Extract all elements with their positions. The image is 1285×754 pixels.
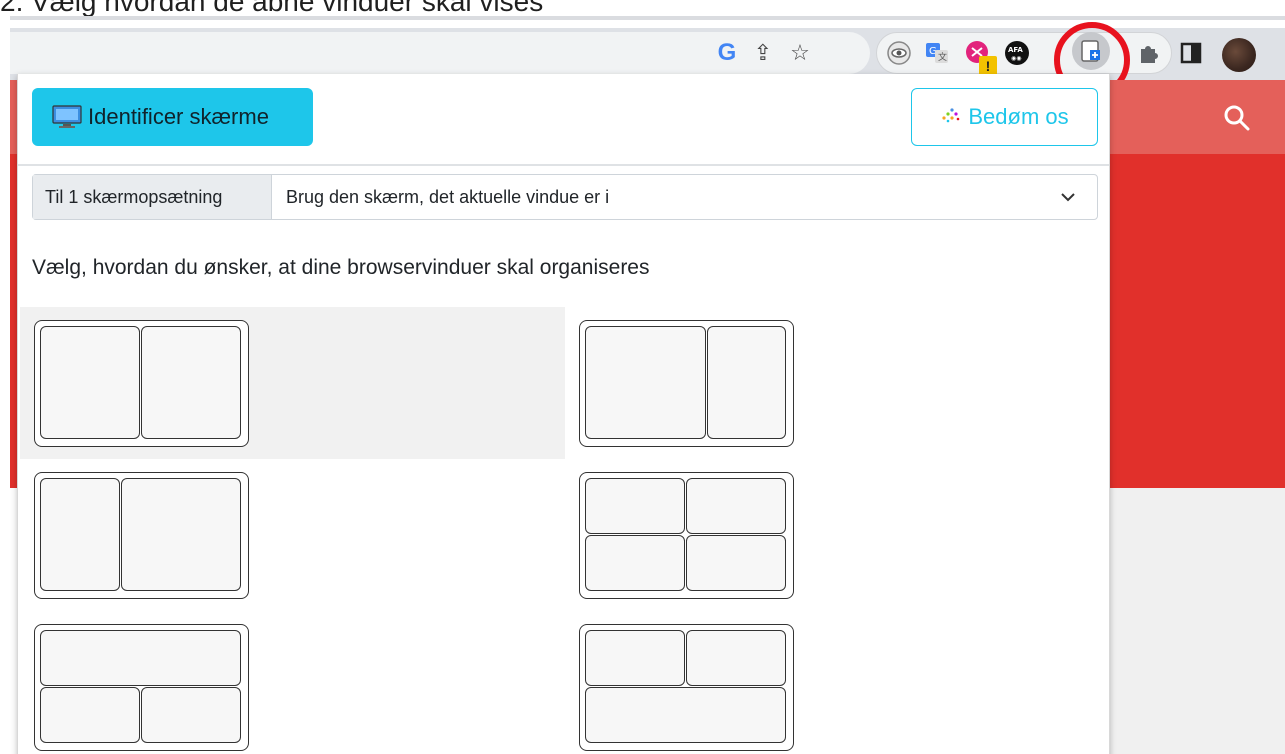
layout-pane [585, 630, 685, 686]
layout-preview [34, 320, 249, 447]
layout-preview [34, 472, 249, 599]
screen-setup-value: Brug den skærm, det aktuelle vindue er i [286, 186, 610, 207]
layout-pane [40, 687, 140, 743]
layout-pane [585, 326, 706, 439]
share-icon[interactable]: ⇪ [748, 38, 778, 68]
afa-extension-icon[interactable]: AFA ◉◉ [1002, 38, 1032, 68]
side-panel-icon[interactable] [1176, 38, 1206, 68]
chevron-down-icon [1061, 193, 1075, 202]
identify-screens-label: Identificer skærme [88, 104, 269, 129]
translate-extension-icon[interactable]: G文 [922, 38, 952, 68]
profile-avatar[interactable] [1222, 38, 1256, 72]
warning-badge: ! [979, 56, 997, 76]
layout-option-four-quadrants[interactable] [565, 459, 1110, 611]
page-body-grey [1108, 488, 1285, 754]
svg-text:AFA: AFA [1008, 46, 1023, 54]
layout-preview [579, 472, 794, 599]
layout-pane [686, 535, 786, 591]
rate-us-label: Bedøm os [968, 104, 1069, 129]
layout-pane [141, 687, 241, 743]
screen-setup-select[interactable]: Til 1 skærmopsætning Brug den skærm, det… [32, 174, 1098, 220]
layout-pane [121, 478, 241, 591]
layout-pane [686, 630, 786, 686]
caption-divider [10, 16, 1285, 20]
bookmark-star-icon[interactable]: ☆ [785, 38, 815, 68]
layout-pane [707, 326, 786, 439]
layout-pane [40, 630, 241, 686]
screen-setup-dropdown[interactable]: Brug den skærm, det aktuelle vindue er i [272, 175, 1097, 219]
search-icon[interactable] [1222, 103, 1252, 133]
puzzle-extensions-icon[interactable] [1134, 38, 1164, 68]
eye-extension-icon[interactable] [884, 38, 914, 68]
rate-us-button[interactable]: Bedøm os [911, 88, 1098, 146]
svg-text:◉◉: ◉◉ [1011, 55, 1021, 62]
layout-option-two-columns-wide-right[interactable] [20, 459, 565, 611]
layout-preview [579, 320, 794, 447]
sparkle-icon [940, 106, 962, 129]
layout-preview [34, 624, 249, 751]
layout-pane [141, 326, 241, 439]
layout-option-top-wide-two-bottom[interactable] [20, 611, 565, 754]
layout-pane [585, 687, 786, 743]
layout-pane [585, 535, 685, 591]
screen-setup-prefix: Til 1 skærmopsætning [33, 175, 272, 219]
layout-option-two-top-wide-bottom[interactable] [565, 611, 1110, 754]
extension-popup: Identificer skærme Bedøm os Til 1 skærmo… [17, 74, 1110, 754]
layout-pane [40, 326, 140, 439]
layout-preview [579, 624, 794, 751]
identify-screens-button[interactable]: Identificer skærme [32, 88, 313, 146]
layout-pane [40, 478, 120, 591]
svg-text:文: 文 [938, 51, 947, 63]
google-icon[interactable]: G [712, 38, 742, 68]
layout-option-two-columns-wide-left[interactable] [565, 307, 1110, 459]
layout-option-two-columns-equal[interactable] [20, 307, 565, 459]
screenshot-stage: 2. Vælg hvordan de åbne vinduer skal vis… [0, 0, 1285, 754]
layout-pane [585, 478, 685, 534]
layout-pane [686, 478, 786, 534]
monitor-icon [52, 105, 82, 128]
layout-instruction: Vælg, hvordan du ønsker, at dine browser… [32, 256, 650, 279]
popup-header: Identificer skærme Bedøm os [18, 74, 1109, 166]
